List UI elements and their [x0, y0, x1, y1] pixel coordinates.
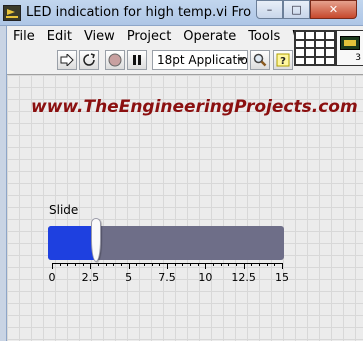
slide-control[interactable] — [48, 218, 284, 262]
scale-major-tick — [128, 263, 130, 269]
window-title: LED indication for high temp.vi Front Pa… — [26, 5, 252, 20]
scale-minor-tick — [259, 263, 260, 266]
website-watermark: www.TheEngineeringProjects.com — [31, 97, 358, 117]
run-continuously-button[interactable] — [79, 50, 99, 70]
scale-tick-label: 12.5 — [231, 271, 256, 284]
toolbar: 18pt Applicatio ◂▸ ? — [7, 48, 307, 72]
search-button[interactable] — [250, 50, 270, 70]
pause-button[interactable] — [127, 50, 147, 70]
scale-tick-label: 0 — [48, 271, 56, 284]
scale-tick-label: 10 — [198, 271, 213, 284]
scale-tick-label: 2.5 — [81, 271, 100, 284]
labview-app-icon — [3, 5, 21, 21]
scale-minor-tick — [121, 263, 122, 266]
scale-minor-tick — [67, 263, 69, 266]
help-icon: ? — [276, 53, 290, 67]
menu-edit[interactable]: Edit — [41, 29, 78, 44]
menu-project[interactable]: Project — [121, 29, 177, 44]
text-settings-value: 18pt Applicatio — [157, 53, 248, 67]
close-button[interactable]: ✕ — [310, 0, 357, 19]
scale-minor-tick — [82, 263, 84, 266]
front-panel: www.TheEngineeringProjects.com Slide 0 2.… — [7, 74, 363, 341]
scale-major-tick — [52, 263, 53, 269]
menu-file[interactable]: File — [7, 29, 41, 44]
scale-minor-tick — [220, 263, 222, 266]
abort-icon — [108, 53, 122, 67]
slide-thumb[interactable] — [91, 218, 102, 262]
connector-pane[interactable] — [294, 30, 336, 66]
slide-fill — [48, 226, 97, 260]
scale-tick-label: 5 — [125, 271, 133, 284]
search-icon — [253, 53, 267, 67]
scale-minor-tick — [105, 263, 107, 266]
scale-minor-tick — [159, 263, 161, 266]
minimize-button[interactable]: – — [256, 0, 283, 19]
run-arrow-icon — [60, 54, 74, 66]
scale-minor-tick — [98, 263, 99, 266]
slide-label: Slide — [49, 203, 79, 217]
scale-major-tick — [243, 263, 245, 269]
vi-screen-icon — [340, 36, 360, 50]
scale-minor-tick — [274, 263, 276, 266]
scale-minor-tick — [197, 263, 199, 266]
scale-minor-tick — [266, 263, 268, 266]
scale-minor-tick — [213, 263, 214, 266]
scale-minor-tick — [228, 263, 230, 266]
window-titlebar: LED indication for high temp.vi Front Pa… — [0, 0, 363, 26]
pause-icon — [133, 55, 141, 65]
menu-bar: File Edit View Project Operate Tools Win… — [7, 26, 325, 46]
scale-major-tick — [282, 263, 283, 269]
scale-minor-tick — [182, 263, 184, 266]
maximize-button[interactable]: □ — [283, 0, 310, 19]
menu-tools[interactable]: Tools — [242, 29, 286, 44]
scale-minor-tick — [174, 263, 176, 266]
scale-major-tick — [167, 263, 168, 269]
scale-minor-tick — [236, 263, 237, 266]
scale-minor-tick — [75, 263, 76, 266]
scale-tick-label: 15 — [275, 271, 289, 284]
scale-major-tick — [205, 263, 207, 269]
scale-minor-tick — [136, 263, 138, 266]
vi-icon[interactable]: 3 — [336, 30, 363, 66]
dropdown-arrow-icon: ◂▸ — [236, 54, 245, 63]
svg-text:?: ? — [280, 56, 286, 67]
scale-minor-tick — [113, 263, 115, 266]
front-panel-window: File Edit View Project Operate Tools Win… — [6, 26, 363, 341]
run-button[interactable] — [57, 50, 77, 70]
scale-major-tick — [90, 263, 92, 269]
scale-minor-tick — [151, 263, 153, 266]
scale-minor-tick — [144, 263, 145, 266]
scale-minor-tick — [251, 263, 253, 266]
scale-tick-label: 7.5 — [158, 271, 176, 284]
scale-minor-tick — [190, 263, 191, 266]
scale-minor-tick — [59, 263, 61, 266]
abort-button[interactable] — [105, 50, 125, 70]
run-continuously-icon — [83, 53, 95, 66]
vi-terminal-number: 3 — [355, 53, 361, 63]
window-controls: – □ ✕ — [256, 0, 357, 19]
text-settings-dropdown[interactable]: 18pt Applicatio ◂▸ — [152, 50, 248, 70]
menu-view[interactable]: View — [78, 29, 121, 44]
help-button[interactable]: ? — [273, 50, 293, 70]
slide-scale: 0 2.5 5 7.5 10 12.5 15 — [48, 263, 289, 293]
menu-operate[interactable]: Operate — [177, 29, 242, 44]
